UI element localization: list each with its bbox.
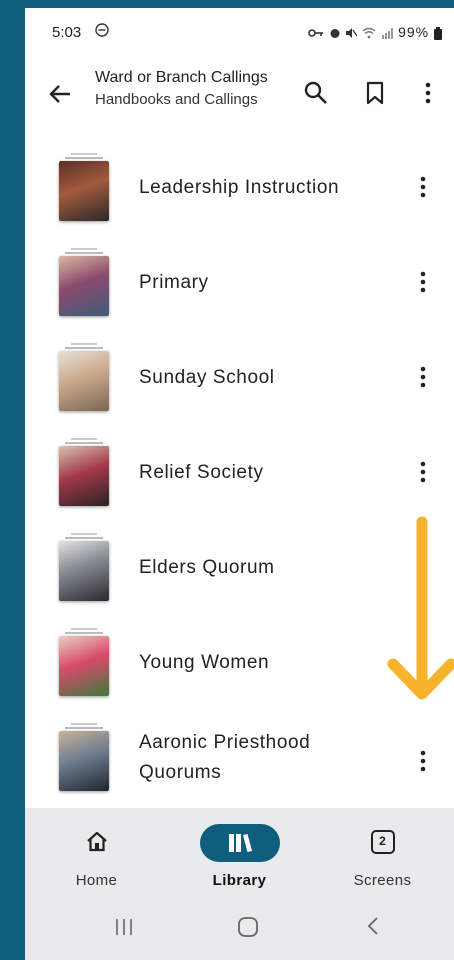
book-thumbnail xyxy=(59,628,109,696)
battery-icon xyxy=(434,26,442,40)
system-navigation-bar xyxy=(25,894,454,960)
status-bar: 5:03 99% xyxy=(25,8,454,58)
scroll-down-arrow-icon xyxy=(387,516,454,700)
list-item-label: Relief Society xyxy=(139,462,264,483)
book-thumbnail xyxy=(59,153,109,221)
signal-icon xyxy=(382,28,394,40)
bookmark-icon[interactable] xyxy=(362,80,388,106)
header-titles: Ward or Branch Callings Handbooks and Ca… xyxy=(95,68,268,110)
list-item-label: Sunday School xyxy=(139,367,275,388)
back-arrow-icon[interactable] xyxy=(47,81,73,107)
app-bar: Ward or Branch Callings Handbooks and Ca… xyxy=(25,58,454,128)
status-icons: 99% xyxy=(307,24,442,40)
phone-screen: 5:03 99% Ward or Branch Callings Handboo… xyxy=(25,8,454,960)
back-button-icon[interactable] xyxy=(363,915,383,937)
item-more-icon[interactable] xyxy=(415,363,431,393)
nav-screens-label: Screens xyxy=(353,872,412,889)
nav-home-label: Home xyxy=(75,872,118,889)
screens-count: 2 xyxy=(379,834,386,848)
list-item-label: Young Women xyxy=(139,652,270,673)
item-more-icon[interactable] xyxy=(415,268,431,298)
book-thumbnail xyxy=(59,723,109,791)
list-item[interactable]: Sunday School xyxy=(25,331,454,426)
book-thumbnail xyxy=(59,248,109,316)
item-more-icon[interactable] xyxy=(415,458,431,488)
item-more-icon[interactable] xyxy=(415,173,431,203)
home-button-icon[interactable] xyxy=(236,915,260,939)
item-more-icon[interactable] xyxy=(415,747,431,777)
book-thumbnail xyxy=(59,533,109,601)
list-item-label: Aaronic Priesthood Quorums xyxy=(139,732,311,783)
nav-library[interactable]: Library xyxy=(168,808,311,894)
library-icon xyxy=(228,834,252,852)
alarm-icon xyxy=(330,29,340,39)
list-item[interactable]: Relief Society xyxy=(25,426,454,521)
list-item-label: Leadership Instruction xyxy=(139,177,340,198)
list-item[interactable]: Leadership Instruction xyxy=(25,141,454,236)
list-item-label: Elders Quorum xyxy=(139,557,275,578)
list-item[interactable]: Primary xyxy=(25,236,454,331)
home-icon xyxy=(86,831,107,852)
overflow-menu-icon[interactable] xyxy=(421,80,435,106)
book-thumbnail xyxy=(59,438,109,506)
list-item[interactable]: Aaronic Priesthood Quorums xyxy=(25,711,454,806)
wifi-icon xyxy=(362,28,376,39)
search-icon[interactable] xyxy=(303,80,329,106)
nav-home[interactable]: Home xyxy=(25,808,168,894)
list-item-label: Primary xyxy=(139,272,209,293)
battery-percent: 99% xyxy=(398,24,430,40)
page-title: Ward or Branch Callings xyxy=(95,69,268,86)
key-icon xyxy=(307,29,323,38)
mute-icon xyxy=(346,28,358,39)
screens-icon: 2 xyxy=(370,830,395,854)
dnd-icon xyxy=(95,23,109,41)
bottom-navigation: Home Library 2 Screens xyxy=(25,808,454,894)
nav-library-label: Library xyxy=(212,872,267,889)
page-subtitle: Handbooks and Callings xyxy=(95,91,258,108)
nav-screens[interactable]: 2 Screens xyxy=(311,808,454,894)
status-time: 5:03 xyxy=(52,24,82,41)
book-thumbnail xyxy=(59,343,109,411)
recent-apps-icon[interactable] xyxy=(113,916,135,938)
